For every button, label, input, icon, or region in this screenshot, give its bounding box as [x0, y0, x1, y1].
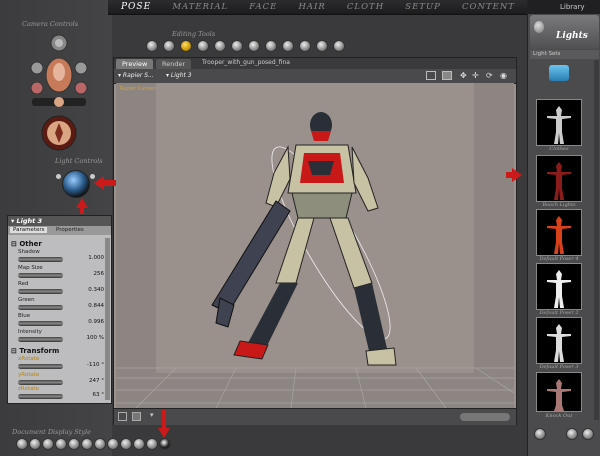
arrow-display-style-icon — [158, 410, 170, 438]
annotation-arrows — [76, 168, 522, 438]
arrow-library-icon — [506, 168, 522, 182]
arrow-light-controls-icon — [94, 176, 116, 190]
arrow-active-light-icon — [76, 198, 88, 214]
